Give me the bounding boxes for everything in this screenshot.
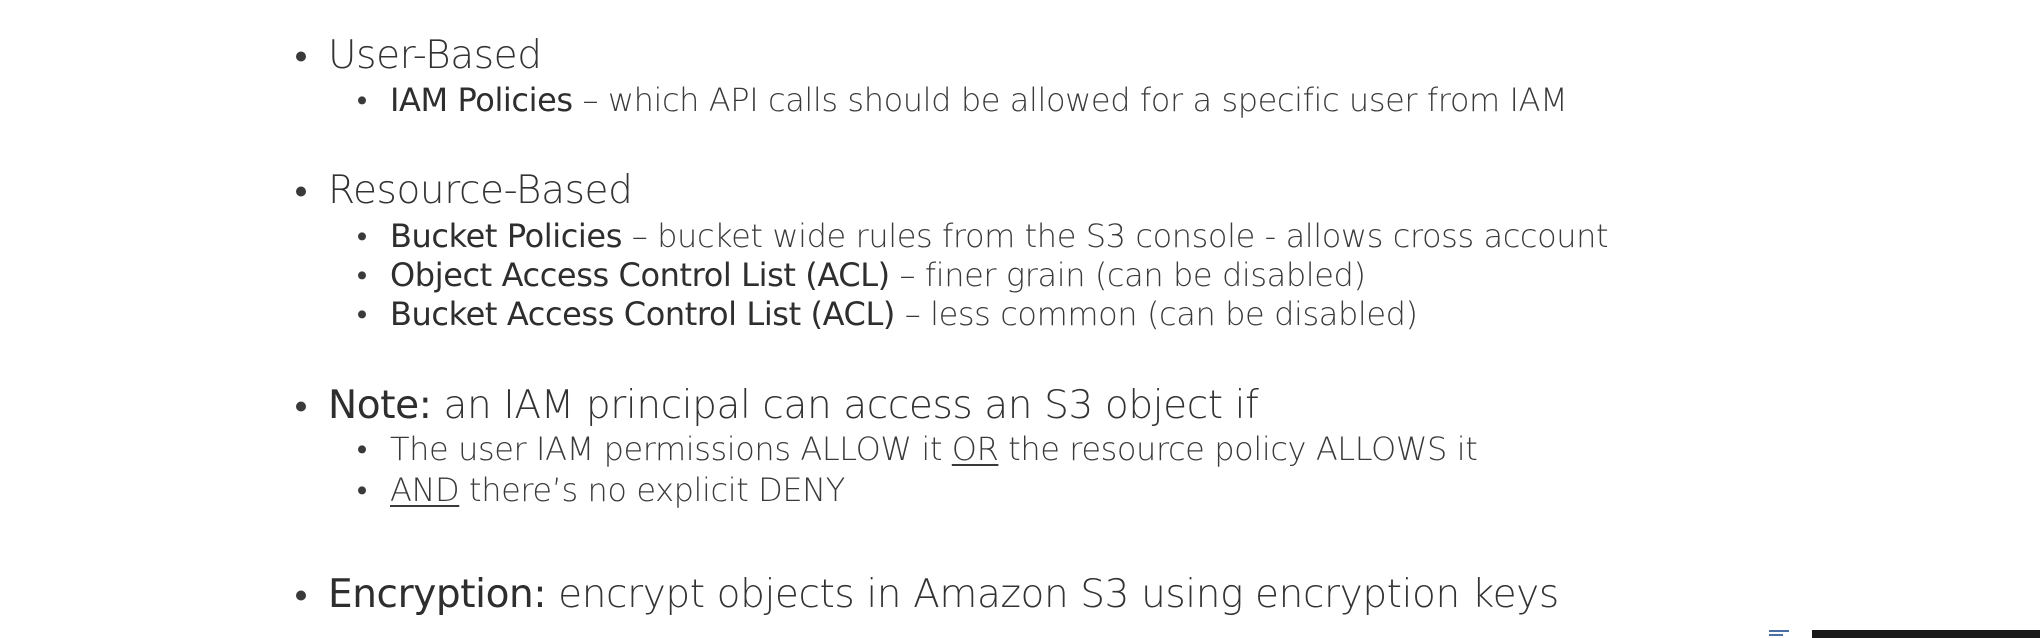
sub-bullet-iam-policies: IAM Policies – which API calls should be… xyxy=(358,81,1568,119)
heading-text: Encryption: encrypt objects in Amazon S3… xyxy=(328,572,1559,617)
sub-bullet-text: Bucket Policies – bucket wide rules from… xyxy=(390,217,1609,255)
sub-bullet-iam-permissions: The user IAM permissions ALLOW it OR the… xyxy=(358,430,1478,468)
heading-text: Note: an IAM principal can access an S3 … xyxy=(328,383,1259,428)
bullet-user-based: User-Based xyxy=(296,36,542,75)
heading-text: Resource-Based xyxy=(328,168,633,213)
sub-bullet-bucket-policies: Bucket Policies – bucket wide rules from… xyxy=(358,217,1609,255)
sub-bullet-text: Object Access Control List (ACL) – finer… xyxy=(390,256,1366,294)
sub-bullet-text: Bucket Access Control List (ACL) – less … xyxy=(390,295,1418,333)
sub-bullet-text: IAM Policies – which API calls should be… xyxy=(390,81,1568,119)
toolbar-strip xyxy=(1812,630,2040,638)
bullet-note: Note: an IAM principal can access an S3 … xyxy=(296,383,1259,428)
bullet-encryption: Encryption: encrypt objects in Amazon S3… xyxy=(296,575,1559,614)
heading-text: User-Based xyxy=(328,33,542,78)
sub-bullet-bucket-acl: Bucket Access Control List (ACL) – less … xyxy=(358,298,1418,330)
notes-icon xyxy=(1769,630,1789,636)
sub-bullet-no-deny: AND there’s no explicit DENY xyxy=(358,474,845,506)
bullet-resource-based: Resource-Based xyxy=(296,168,633,213)
sub-bullet-object-acl: Object Access Control List (ACL) – finer… xyxy=(358,259,1366,291)
sub-bullet-text: The user IAM permissions ALLOW it OR the… xyxy=(390,430,1478,468)
sub-bullet-text: AND there’s no explicit DENY xyxy=(390,471,845,509)
